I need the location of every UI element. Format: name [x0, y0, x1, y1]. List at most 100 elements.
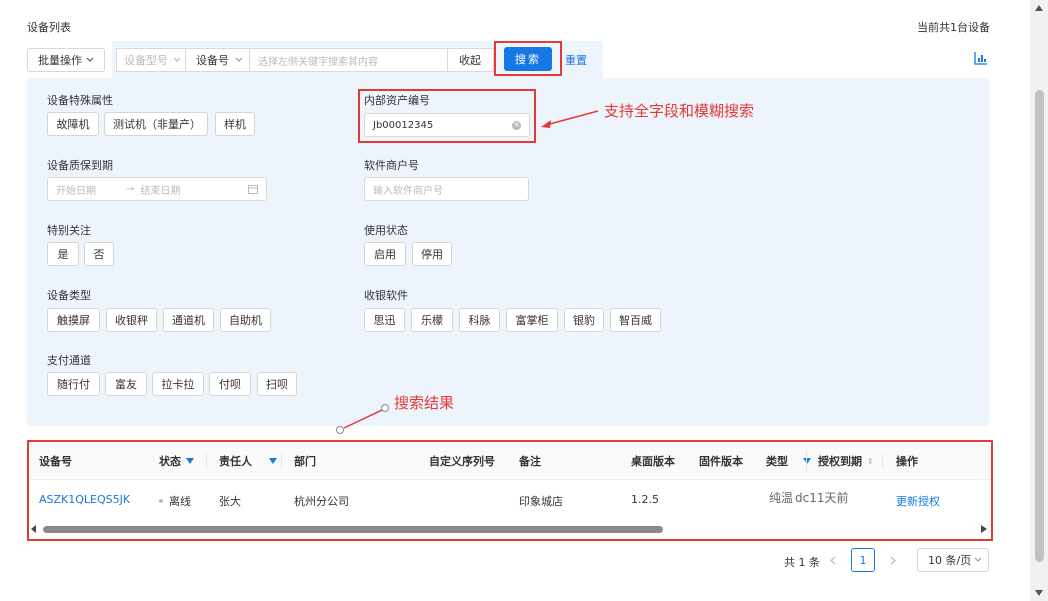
pagination-total: 共 1 条 [784, 556, 820, 569]
device-model-select[interactable]: 设备型号 [116, 48, 186, 72]
tag-attention-no[interactable]: 否 [84, 242, 114, 266]
tag-type-kiosk[interactable]: 自助机 [220, 308, 271, 332]
tag-pay-saobei[interactable]: 扫呗 [257, 372, 297, 396]
tag-pay-fuyou[interactable]: 富友 [105, 372, 147, 396]
tag-type-gate[interactable]: 通道机 [163, 308, 214, 332]
cell-expire: dc11天前 [795, 491, 849, 505]
tag-usage-disabled[interactable]: 停用 [412, 242, 452, 266]
tag-test-device[interactable]: 测试机（非量产） [104, 112, 208, 136]
filter-icon[interactable] [186, 458, 194, 464]
end-date-placeholder: 结束日期 [140, 185, 181, 197]
chevron-down-icon [173, 57, 181, 62]
calendar-icon [248, 185, 258, 194]
renew-license-link[interactable]: 更新授权 [896, 493, 940, 509]
col-action: 操作 [896, 455, 918, 468]
col-remark: 备注 [519, 455, 541, 468]
batch-operation-button[interactable]: 批量操作 [27, 48, 105, 72]
tag-software-kemai[interactable]: 科脉 [459, 308, 500, 332]
filter-icon[interactable] [269, 458, 277, 464]
col-device-no: 设备号 [39, 455, 72, 468]
attention-label: 特别关注 [47, 224, 91, 237]
merchant-label: 软件商户号 [364, 159, 419, 172]
scrollbar-thumb[interactable] [43, 526, 663, 533]
cell-type: 纯温 [769, 491, 794, 505]
tag-software-sixun[interactable]: 思迅 [364, 308, 405, 332]
col-owner[interactable]: 责任人 [219, 453, 277, 469]
annotation-arrow-icon [336, 404, 389, 434]
merchant-input[interactable]: 输入软件商户号 [364, 177, 529, 201]
warranty-date-range[interactable]: 开始日期 → 结束日期 [47, 177, 267, 201]
tag-software-fuzhanggui[interactable]: 富掌柜 [506, 308, 558, 332]
chevron-down-icon [974, 557, 982, 562]
annotation-search-support: 支持全字段和模糊搜索 [604, 102, 755, 120]
search-field-value: 设备号 [196, 54, 229, 67]
device-type-label: 设备类型 [47, 289, 91, 302]
pos-software-label: 收银软件 [364, 289, 408, 302]
cell-dept: 杭州分公司 [294, 495, 349, 508]
col-firmware-version: 固件版本 [699, 455, 743, 468]
cell-remark: 印象城店 [519, 495, 563, 508]
chevron-down-icon [86, 57, 94, 62]
tag-sample-device[interactable]: 样机 [215, 112, 255, 136]
scroll-up-icon[interactable] [1035, 5, 1043, 11]
annotation-arrow-icon [541, 110, 599, 128]
vertical-scrollbar-thumb[interactable] [1035, 90, 1044, 562]
status-dot-icon [159, 499, 163, 503]
tag-usage-enabled[interactable]: 启用 [364, 242, 406, 266]
column-divider [882, 454, 883, 468]
search-field-select[interactable]: 设备号 [186, 48, 250, 72]
column-divider [806, 450, 807, 472]
keyword-placeholder: 选择左侧关键字搜索其内容 [258, 56, 378, 68]
warranty-label: 设备质保到期 [47, 159, 113, 172]
merchant-placeholder: 输入软件商户号 [373, 185, 443, 197]
col-serial: 自定义序列号 [429, 455, 495, 468]
tag-type-scale[interactable]: 收银秤 [106, 308, 157, 332]
tag-fault-device[interactable]: 故障机 [47, 112, 99, 136]
start-date-placeholder: 开始日期 [56, 185, 96, 197]
next-page-icon[interactable] [890, 556, 896, 565]
chart-icon[interactable] [974, 51, 988, 65]
column-divider [281, 454, 282, 468]
page-size-value: 10 条/页 [928, 554, 972, 567]
column-divider [206, 454, 207, 468]
col-status[interactable]: 状态 [159, 453, 194, 469]
collapse-label: 收起 [459, 54, 481, 67]
scroll-down-icon[interactable] [1035, 590, 1043, 596]
sort-icon[interactable]: ⇕ [867, 457, 874, 466]
payment-label: 支付通道 [47, 354, 91, 367]
usage-label: 使用状态 [364, 224, 408, 237]
asset-no-highlight [358, 89, 536, 143]
prev-page-icon[interactable] [830, 556, 836, 565]
search-button-highlight [494, 41, 562, 76]
col-expire[interactable]: 授权到期 ⇕ [818, 453, 874, 469]
page-size-select[interactable]: 10 条/页 [917, 548, 989, 572]
cell-status: 离线 [159, 493, 191, 509]
tag-software-yinbao[interactable]: 银豹 [564, 308, 604, 332]
arrow-right-icon: → [126, 183, 135, 195]
tag-pay-lakala[interactable]: 拉卡拉 [152, 372, 204, 396]
scroll-left-icon[interactable] [31, 525, 37, 533]
tag-type-touchscreen[interactable]: 触摸屏 [47, 308, 100, 332]
page-number-current[interactable]: 1 [851, 548, 875, 572]
keyword-search-input[interactable]: 选择左侧关键字搜索其内容 [250, 48, 448, 72]
tag-software-lemeng[interactable]: 乐檬 [411, 308, 453, 332]
tag-attention-yes[interactable]: 是 [47, 242, 79, 266]
reset-link[interactable]: 重置 [565, 52, 587, 68]
filter-icon[interactable] [803, 458, 811, 464]
page-title: 设备列表 [27, 21, 71, 34]
cell-owner: 张大 [219, 495, 241, 508]
batch-operation-label: 批量操作 [38, 54, 82, 67]
collapse-button[interactable]: 收起 [448, 48, 494, 72]
scroll-right-icon[interactable] [981, 525, 987, 533]
annotation-search-result: 搜索结果 [394, 394, 455, 412]
col-type[interactable]: 类型 [766, 453, 811, 469]
special-attr-label: 设备特殊属性 [47, 94, 113, 107]
chevron-down-icon [235, 57, 243, 62]
tag-software-zhibaiwei[interactable]: 智百威 [610, 308, 661, 332]
col-dept: 部门 [294, 455, 316, 468]
results-table: 设备号 状态 责任人 部门 自定义序列号 备注 桌面版本 固件版本 类型 授权到… [27, 440, 993, 541]
cell-desktop-version: 1.2.5 [631, 493, 659, 506]
tag-pay-fubei[interactable]: 付呗 [209, 372, 251, 396]
tag-pay-suixingfu[interactable]: 随行付 [47, 372, 100, 396]
cell-device-no[interactable]: ASZK1QLEQS5JK [39, 493, 130, 506]
